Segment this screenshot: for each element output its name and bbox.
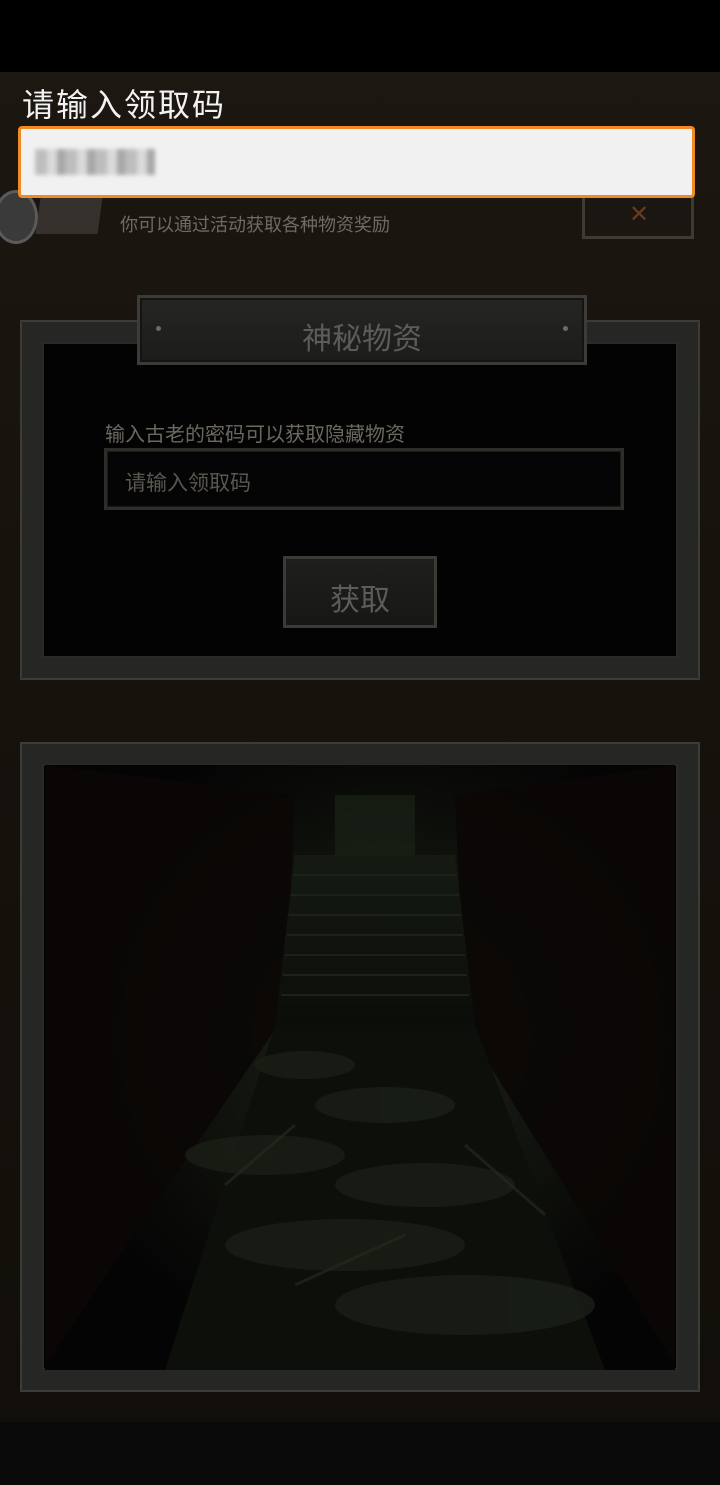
ime-text-field[interactable] [18,126,695,198]
close-button[interactable]: ✕ [582,195,694,239]
status-bar [0,0,720,72]
ime-prompt-label: 请输入领取码 [22,86,227,124]
redeem-description: 输入古老的密码可以获取隐藏物资 [105,422,405,446]
blurred-entered-text [35,149,155,175]
get-button-label: 获取 [330,583,390,618]
redeem-code-placeholder: 请输入领取码 [125,471,251,495]
activity-banner-graphic [35,198,103,234]
redeem-panel-header: 神秘物资 [137,295,587,365]
close-x-icon: ✕ [629,200,650,228]
header-subtitle: 你可以通过活动获取各种物资奖励 [120,215,390,236]
redeem-panel-title: 神秘物资 [302,322,422,357]
redeem-code-input[interactable]: 请输入领取码 [104,448,624,510]
bottom-bar [0,1422,720,1485]
get-button[interactable]: 获取 [283,556,437,628]
corridor-scene-image [45,765,675,1370]
